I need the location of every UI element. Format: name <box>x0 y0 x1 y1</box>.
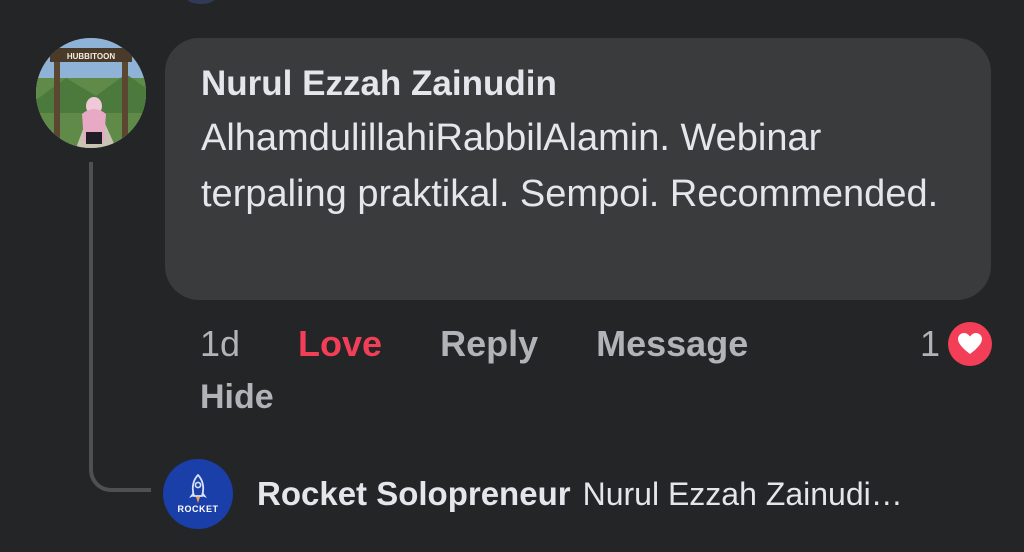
rocket-icon <box>189 474 207 503</box>
comment-thread: HUBBITOON Nurul Ezzah Zainudin Alhamduli… <box>0 0 1024 552</box>
comment-timestamp[interactable]: 1d <box>200 323 240 365</box>
reply-preview-row[interactable]: ROCKET Rocket Solopreneur Nurul Ezzah Za… <box>163 459 1013 529</box>
heart-icon <box>948 322 992 366</box>
reply-preview-text[interactable]: Nurul Ezzah Zainudi… <box>583 476 903 513</box>
comment-actions: 1d Love Reply Message <box>200 320 748 368</box>
comment-text: AlhamdulillahiRabbilAlamin. Webinar terp… <box>201 117 939 215</box>
reply-avatar[interactable]: ROCKET <box>163 459 233 529</box>
profile-photo-icon: HUBBITOON <box>36 38 146 148</box>
reaction-summary[interactable]: 1 <box>920 320 992 368</box>
thread-connector <box>89 162 151 492</box>
reply-author[interactable]: Rocket Solopreneur <box>257 475 571 513</box>
comment-author[interactable]: Nurul Ezzah Zainudin <box>201 62 955 106</box>
previous-avatar-edge <box>186 0 216 4</box>
reply-button[interactable]: Reply <box>440 323 538 365</box>
hide-button[interactable]: Hide <box>200 378 274 417</box>
avatar-sign: HUBBITOON <box>67 52 116 61</box>
love-button[interactable]: Love <box>298 323 382 365</box>
message-button[interactable]: Message <box>596 323 748 365</box>
comment-bubble: Nurul Ezzah Zainudin AlhamdulillahiRabbi… <box>165 38 991 300</box>
avatar[interactable]: HUBBITOON <box>36 38 146 148</box>
reply-avatar-text: ROCKET <box>177 504 219 514</box>
reaction-count: 1 <box>919 323 940 364</box>
